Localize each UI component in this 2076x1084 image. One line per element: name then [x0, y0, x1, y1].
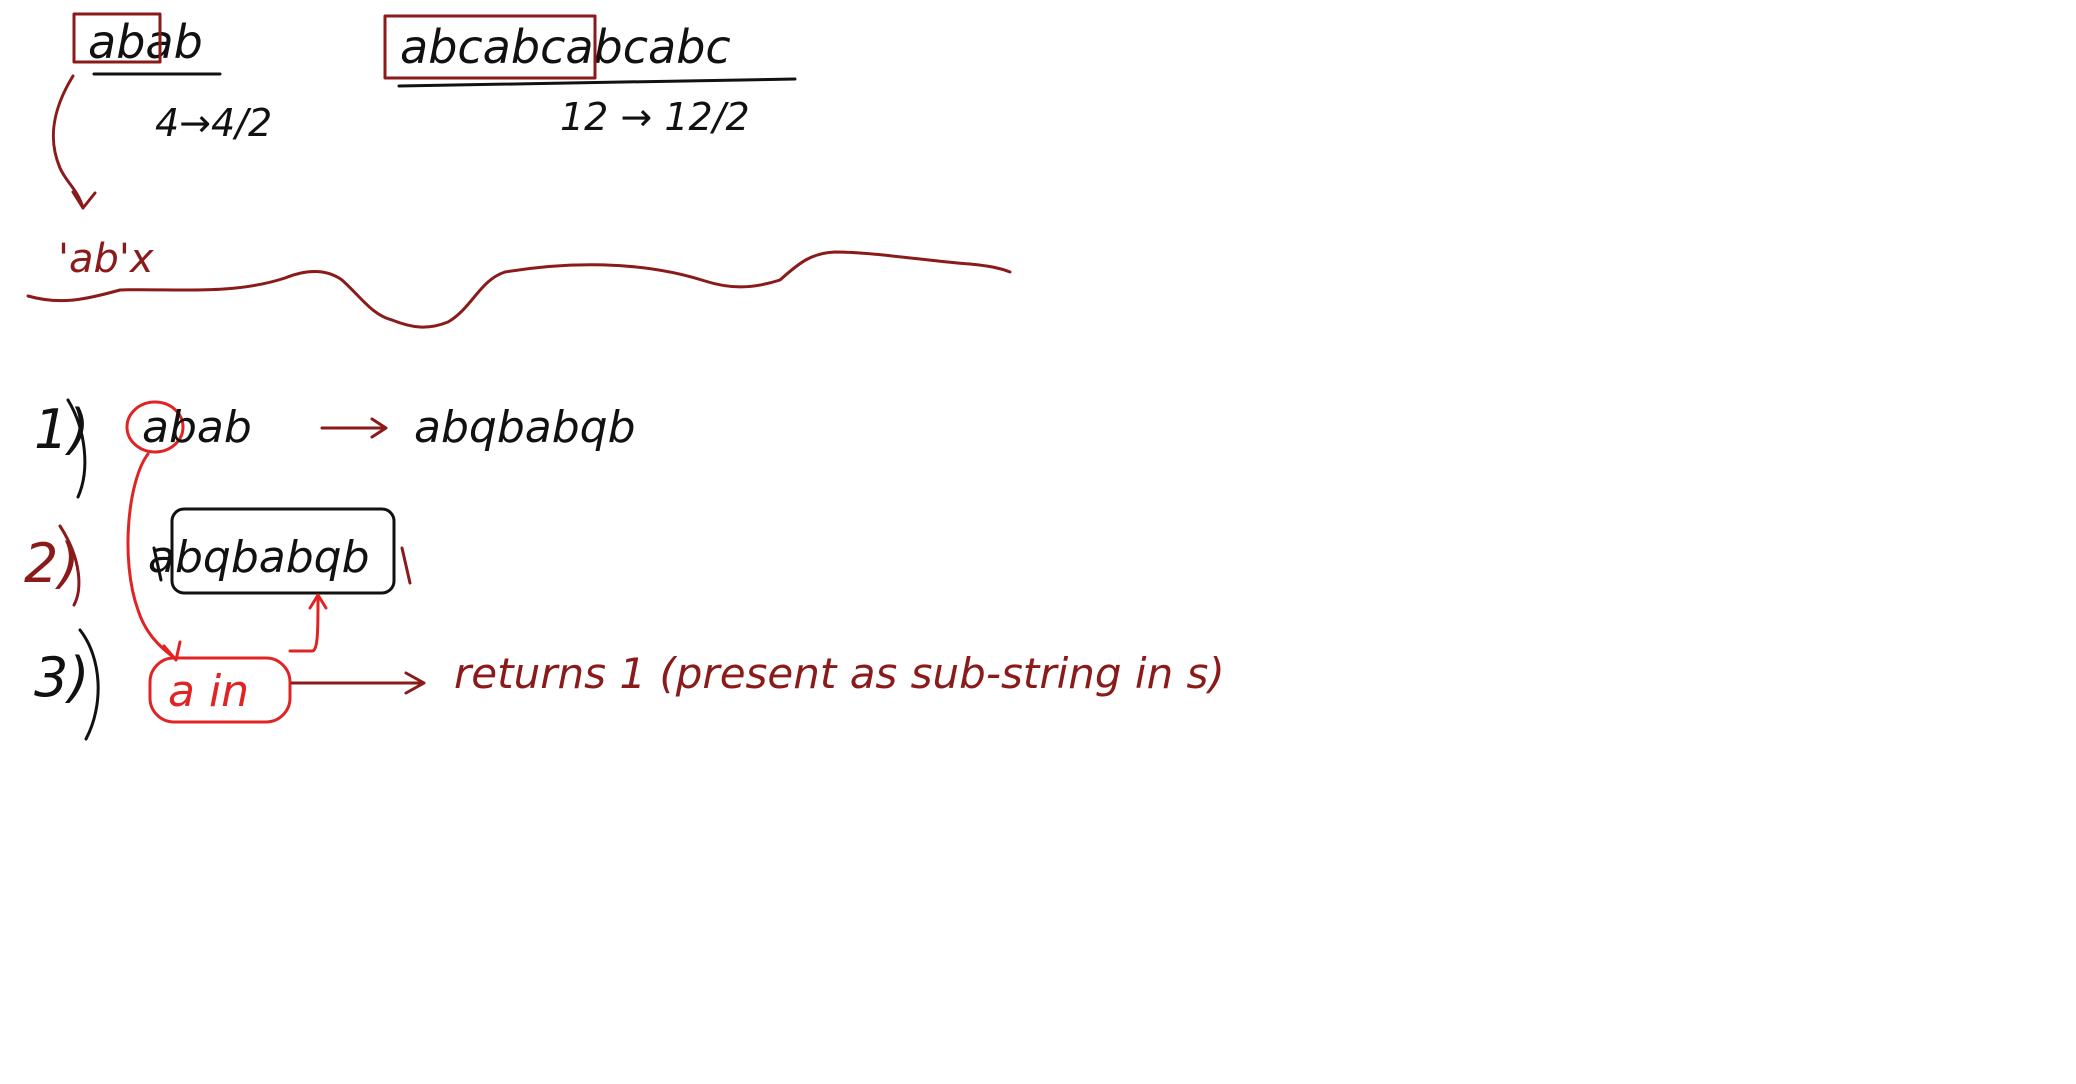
example-right-string: abcabcabcabc [400, 20, 731, 74]
step3-link-arrow-head [162, 640, 182, 662]
step1-result: abqbabqb [414, 402, 636, 453]
wavy-divider [26, 250, 1012, 329]
side-note: 'ab'x [58, 236, 154, 282]
step3-conclusion: returns 1 (present as sub-string in s) [454, 649, 1225, 698]
example-left-length-note: 4→4/2 [155, 101, 272, 145]
step2-number: 2) [24, 532, 79, 595]
step3-expression: a in [168, 666, 249, 717]
step3-link-to-substring [288, 596, 320, 653]
whiteboard-drawing: abab 4→4/2 abcabcabcabc 12 → 12/2 'ab'x … [24, 12, 1225, 741]
curved-note-arrow [51, 74, 85, 210]
step1-input: abab [142, 402, 252, 453]
step2-string: abqbabqb [148, 532, 370, 583]
example-right-underline [397, 77, 797, 88]
step2-strike-right [400, 546, 412, 585]
whiteboard-canvas: abab 4→4/2 abcabcabcabc 12 → 12/2 'ab'x … [0, 0, 2076, 1084]
example-right-length-note: 12 → 12/2 [560, 95, 750, 139]
step3-number: 3) [34, 646, 89, 709]
